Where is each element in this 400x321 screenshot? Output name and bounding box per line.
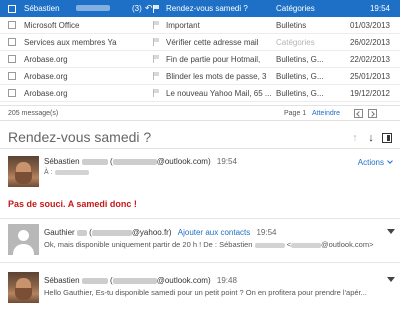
row-checkbox[interactable]: [8, 55, 16, 63]
conversation-title: Rendez-vous samedi ?: [8, 129, 152, 145]
message-category[interactable]: Catégories: [276, 38, 336, 47]
snippet-text: Ok, mais disponible uniquement partir de…: [44, 240, 253, 249]
pager-bar: 205 message(s) Page 1 Atteindre: [0, 105, 400, 121]
divider: [0, 262, 400, 263]
to-label: À :: [44, 169, 53, 176]
message-category[interactable]: Bulletins, G...: [276, 89, 336, 98]
sender-name: Gauthier: [44, 228, 75, 237]
blurred-recipient: [54, 169, 89, 175]
message-snippet[interactable]: Ok, mais disponible uniquement partir de…: [44, 240, 388, 249]
avatar: [8, 156, 39, 187]
blurred-email: [91, 229, 132, 236]
message-menu-icon[interactable]: [386, 276, 396, 286]
next-page-icon[interactable]: [368, 109, 377, 118]
avatar: [8, 272, 39, 303]
prev-page-icon[interactable]: [354, 109, 363, 118]
flag-icon[interactable]: [153, 72, 160, 80]
flag-icon[interactable]: [153, 38, 160, 46]
sender-name: Sébastien: [44, 157, 80, 166]
sender-email-domain: @yahoo.fr): [131, 228, 172, 237]
row-checkbox[interactable]: [8, 89, 16, 97]
message-subject: Vérifier cette adresse mail: [166, 37, 259, 47]
message-subject: Rendez-vous samedi ?: [166, 4, 248, 13]
row-checkbox[interactable]: [8, 21, 16, 29]
message-time: 19:54: [216, 157, 237, 166]
sender-email-domain: @outlook.com): [156, 276, 211, 285]
blurred-name: [81, 277, 108, 284]
sender-email-domain: @outlook.com): [156, 157, 211, 166]
avatar: [8, 224, 39, 255]
message-date: 19:54: [369, 4, 390, 13]
message-row[interactable]: Services aux membres Ya Vérifier cette a…: [0, 34, 400, 51]
message-sender: Microsoft Office: [24, 20, 80, 30]
row-checkbox[interactable]: [8, 72, 16, 80]
message-sender: Arobase.org: [24, 71, 68, 81]
flag-icon[interactable]: [153, 21, 160, 29]
message-category[interactable]: Catégories: [276, 4, 336, 13]
blurred-name: [76, 229, 87, 236]
reading-toolbar: ↑ ↓: [350, 132, 392, 144]
message-category[interactable]: Bulletins: [276, 21, 336, 30]
message-sender: Arobase.org: [24, 54, 68, 64]
divider: [0, 148, 400, 149]
message-date: 22/02/2013: [349, 54, 390, 64]
actions-menu[interactable]: Actions: [358, 158, 392, 167]
row-checkbox[interactable]: [8, 38, 16, 46]
message-body: Pas de souci. A samedi donc !: [8, 199, 137, 209]
row-checkbox[interactable]: [8, 4, 16, 13]
reading-pane-icon[interactable]: [382, 133, 392, 143]
message-date: 01/03/2013: [349, 20, 390, 30]
flag-icon[interactable]: [153, 89, 160, 97]
add-contact-link[interactable]: Ajouter aux contacts: [178, 228, 250, 237]
message-date: 25/01/2013: [349, 71, 390, 81]
message-snippet[interactable]: Hello Gauthier, Es-tu disponible samedi …: [44, 288, 394, 297]
blurred-email: [112, 277, 157, 284]
message-category[interactable]: Bulletins, G...: [276, 55, 336, 64]
sender-name: Sébastien: [44, 276, 80, 285]
message-time: 19:48: [216, 276, 237, 285]
message-menu-icon[interactable]: [386, 228, 396, 238]
message-header: Sébastien (@outlook.com) 19:48: [44, 276, 237, 285]
message-count: 205 message(s): [8, 110, 59, 117]
recipient-line: À :: [44, 169, 89, 176]
up-arrow-icon[interactable]: ↑: [350, 132, 360, 144]
page-label: Page 1: [284, 110, 307, 117]
message-row[interactable]: Arobase.org Fin de partie pour Hotmail, …: [0, 51, 400, 68]
message-subject: Important: [166, 20, 200, 30]
message-header: Gauthier (@yahoo.fr) Ajouter aux contact…: [44, 228, 277, 237]
message-list: Sébastien (3) ↶ Rendez-vous samedi ? Cat…: [0, 0, 400, 105]
flag-icon[interactable]: [153, 4, 160, 13]
message-subject: Blinder les mots de passe, 3: [166, 71, 267, 81]
message-date: 26/02/2013: [349, 37, 390, 47]
flag-icon[interactable]: [153, 55, 160, 63]
message-row[interactable]: Arobase.org Blinder les mots de passe, 3…: [0, 68, 400, 85]
divider: [0, 218, 400, 219]
blurred-name: [76, 5, 110, 11]
message-subject: Fin de partie pour Hotmail,: [166, 54, 261, 64]
goto-link[interactable]: Atteindre: [312, 110, 340, 117]
message-header: Sébastien (@outlook.com) 19:54: [44, 157, 237, 166]
thread-count: (3): [132, 4, 142, 13]
blurred-name: [81, 158, 108, 165]
message-sender: Services aux membres Ya: [24, 37, 117, 47]
snippet-tail: @outlook.com>: [321, 240, 374, 249]
blurred-name: [254, 242, 285, 248]
blurred-email: [112, 158, 157, 165]
blurred-email: [291, 242, 322, 248]
message-row[interactable]: Sébastien (3) ↶ Rendez-vous samedi ? Cat…: [0, 0, 400, 17]
message-time: 19:54: [256, 228, 277, 237]
message-row[interactable]: Microsoft Office Important Bulletins 01/…: [0, 17, 400, 34]
message-sender: Arobase.org: [24, 88, 68, 98]
down-arrow-icon[interactable]: ↓: [366, 132, 376, 144]
message-category[interactable]: Bulletins, G...: [276, 72, 336, 81]
message-subject: Le nouveau Yahoo Mail, 65 ...: [166, 88, 272, 98]
message-row[interactable]: Arobase.org Le nouveau Yahoo Mail, 65 ..…: [0, 85, 400, 102]
message-date: 19/12/2012: [349, 88, 390, 98]
reply-icon: ↶: [145, 3, 153, 13]
